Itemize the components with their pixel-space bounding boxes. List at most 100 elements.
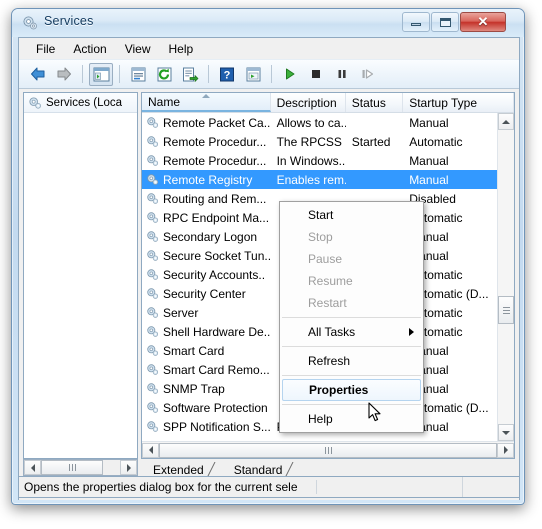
cell-status: Started (351, 134, 391, 149)
service-name-label: Routing and Rem... (163, 191, 267, 206)
context-menu[interactable]: Start Stop Pause Resume Restart All Tasks Refr… (279, 201, 424, 433)
title-bar[interactable]: Services ✕ (12, 9, 524, 37)
tree-horizontal-scrollbar[interactable] (23, 459, 138, 476)
export-list-icon (182, 67, 198, 82)
table-row[interactable]: Remote Packet Ca... Allows to ca... Manual (142, 113, 514, 132)
menu-item-label: Properties (309, 383, 369, 397)
toolbar-separator (119, 65, 120, 83)
stop-service-button[interactable] (304, 63, 328, 86)
minimize-button[interactable] (402, 12, 430, 32)
menu-item-label: Pause (308, 252, 343, 266)
menu-item-label: Resume (308, 274, 353, 288)
menu-separator (282, 346, 421, 347)
service-name-label: SNMP Trap (163, 381, 225, 396)
tree-scroll-thumb[interactable] (41, 460, 103, 475)
start-service-button[interactable] (278, 63, 302, 86)
properties-icon (131, 67, 145, 81)
table-row[interactable]: Remote Procedur...The RPCSS ...StartedAu… (142, 132, 514, 151)
svg-text:?: ? (224, 69, 231, 81)
tree-scroll-left-button[interactable] (24, 460, 41, 475)
table-row[interactable]: Remote Procedur... In Windows... Manual (142, 151, 514, 170)
tab-extended-label: Extended (153, 463, 204, 477)
menu-file[interactable]: File (27, 40, 64, 58)
show-hide-console-tree-button[interactable] (89, 62, 113, 86)
service-gear-icon (147, 117, 159, 128)
service-name-label: Server (163, 305, 199, 320)
service-gear-icon (147, 269, 159, 280)
toolbar: ? (19, 59, 519, 89)
service-gear-icon (147, 326, 159, 337)
sort-ascending-icon (201, 94, 210, 98)
new-window-icon (246, 67, 260, 81)
column-header-startup-type[interactable]: Startup Type (403, 93, 514, 112)
service-gear-icon (147, 345, 159, 356)
service-gear-icon (147, 364, 159, 375)
column-header-name[interactable]: Name (142, 93, 271, 112)
list-vertical-scrollbar[interactable] (497, 113, 514, 441)
tree-root-item[interactable]: Services (Loca (24, 93, 137, 113)
services-gear-icon (23, 16, 37, 30)
back-button[interactable] (26, 63, 50, 86)
menu-item-label: Start (308, 208, 334, 222)
service-name-label: Smart Card Remo... (163, 362, 270, 377)
service-gear-icon (147, 307, 159, 318)
cell-name: Software Protection (142, 401, 271, 415)
service-gear-icon (147, 231, 159, 242)
menu-help[interactable]: Help (160, 40, 203, 58)
cell-name: Secondary Logon (142, 230, 271, 244)
forward-button[interactable] (52, 63, 76, 86)
tree-root-label: Services (Loca (46, 96, 123, 109)
service-name-label: Remote Packet Ca... (163, 115, 271, 130)
list-horizontal-scrollbar[interactable] (142, 441, 514, 458)
help-button[interactable]: ? (215, 63, 239, 86)
export-list-button[interactable] (178, 63, 202, 86)
menu-item-refresh[interactable]: Refresh (280, 350, 423, 372)
list-scroll-thumb[interactable] (159, 442, 497, 458)
menu-item-properties[interactable]: Properties (282, 379, 421, 401)
column-header-description[interactable]: Description (271, 93, 346, 112)
refresh-button[interactable] (152, 63, 176, 86)
tree-scroll-right-button[interactable] (120, 460, 137, 475)
scroll-down-button[interactable] (498, 424, 514, 441)
service-gear-icon (147, 421, 159, 432)
console-tree-pane[interactable]: Services (Loca (23, 92, 138, 459)
window-title: Services (44, 14, 94, 28)
column-header-status[interactable]: Status (346, 93, 404, 112)
pause-service-button[interactable] (330, 63, 354, 86)
list-scroll-right-button[interactable] (497, 442, 514, 458)
services-gear-icon (29, 96, 41, 109)
service-name-label: Security Center (163, 286, 246, 301)
properties-button[interactable] (126, 63, 150, 86)
cell-name: Security Center (142, 287, 271, 301)
service-name-label: Remote Procedur... (163, 134, 267, 149)
service-name-label: Secure Socket Tun.. (163, 248, 271, 263)
menu-item-label: Restart (308, 296, 347, 310)
menu-item-label: Refresh (308, 354, 351, 368)
cell-name: SPP Notification S... (142, 420, 271, 434)
service-gear-icon (147, 250, 159, 261)
menu-item-pause: Pause (280, 248, 423, 270)
menu-action[interactable]: Action (64, 40, 115, 58)
column-header-startup-type-label: Startup Type (409, 95, 478, 110)
menu-item-help[interactable]: Help (280, 408, 423, 430)
service-gear-icon (147, 193, 159, 204)
status-message: Opens the properties dialog box for the … (19, 480, 317, 494)
cell-name: Shell Hardware De.. (142, 325, 271, 339)
list-scroll-left-button[interactable] (142, 442, 159, 458)
restart-service-button[interactable] (356, 63, 380, 86)
cell-name: Smart Card (142, 344, 271, 358)
close-button[interactable]: ✕ (460, 12, 506, 32)
menu-view[interactable]: View (116, 40, 160, 58)
scroll-up-button[interactable] (498, 113, 514, 130)
new-window-button[interactable] (241, 63, 265, 86)
service-gear-icon (147, 136, 159, 147)
cell-name: Remote Procedur... (142, 154, 271, 168)
service-gear-icon (147, 402, 159, 413)
table-row[interactable]: Remote RegistryEnables rem...Manual (142, 170, 514, 189)
service-gear-icon (147, 212, 159, 223)
menu-item-start[interactable]: Start (280, 204, 423, 226)
vertical-scroll-thumb[interactable] (498, 296, 514, 324)
menu-item-all-tasks[interactable]: All Tasks (280, 321, 423, 343)
service-name-label: Remote Procedur... (163, 153, 267, 168)
maximize-button[interactable] (431, 12, 459, 32)
